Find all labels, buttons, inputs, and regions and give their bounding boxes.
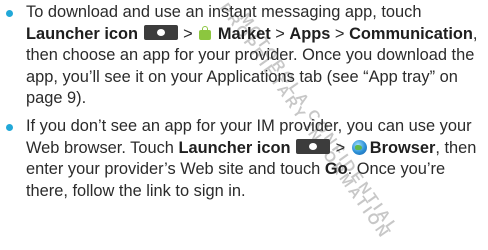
browser-icon bbox=[351, 139, 367, 155]
bullet-icon bbox=[6, 123, 13, 131]
item2-sep-1: > bbox=[335, 138, 350, 157]
launcher-icon-label-2: Launcher icon bbox=[178, 138, 291, 157]
item1-sep-2: > bbox=[270, 24, 290, 43]
list-item-web-browser: If you don’t see an app for your IM prov… bbox=[0, 116, 484, 202]
market-icon bbox=[199, 25, 212, 40]
communication-label: Communication bbox=[349, 24, 473, 43]
item1-sep-1: > bbox=[178, 24, 198, 43]
item1-text-1: To download and use an instant messaging… bbox=[26, 3, 422, 21]
item1-sep-3: > bbox=[334, 24, 350, 43]
bullet-icon bbox=[6, 10, 13, 17]
apps-label: Apps bbox=[289, 24, 331, 43]
browser-label: Browser bbox=[369, 138, 436, 157]
list-item-download-app: To download and use an instant messaging… bbox=[0, 2, 484, 110]
manual-page: MOTOROLA CONFIDENTIAL PROPRIETARY INFORM… bbox=[0, 0, 488, 248]
go-label: Go bbox=[324, 160, 348, 179]
launcher-icon bbox=[143, 24, 178, 40]
market-label: Market bbox=[217, 24, 271, 43]
launcher-icon-label: Launcher icon bbox=[26, 24, 139, 43]
launcher-icon bbox=[296, 138, 331, 154]
instructions-list: To download and use an instant messaging… bbox=[0, 0, 488, 202]
